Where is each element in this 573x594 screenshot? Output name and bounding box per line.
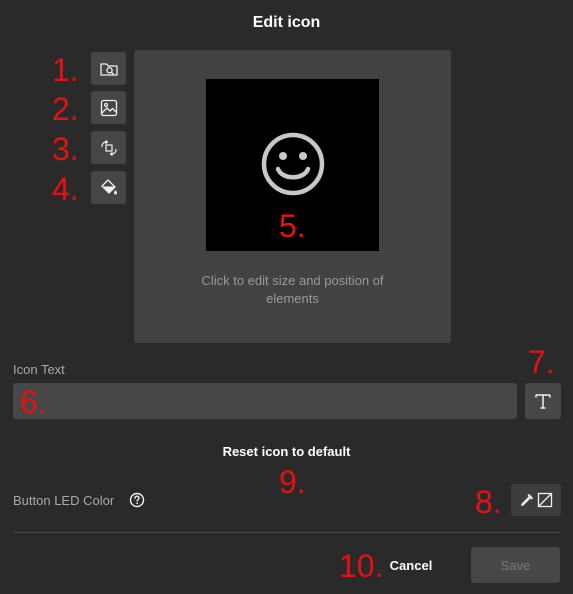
image-button[interactable] — [91, 91, 126, 124]
annotation-4: 4. — [52, 171, 79, 207]
annotation-2: 2. — [52, 91, 79, 127]
image-icon — [100, 99, 117, 116]
annotation-5: 5. — [279, 208, 306, 244]
annotation-6: 6. — [20, 384, 47, 420]
browse-icon-button[interactable] — [91, 52, 126, 85]
icon-preview-panel[interactable]: Click to edit size and position of eleme… — [134, 50, 451, 343]
swap-icon — [100, 139, 117, 156]
led-color-button[interactable] — [511, 484, 561, 516]
search-folder-icon — [99, 62, 118, 76]
no-color-swatch-icon — [537, 492, 553, 508]
annotation-10: 10. — [339, 548, 384, 584]
dialog-title: Edit icon — [252, 14, 321, 31]
smiley-face-icon — [261, 132, 325, 196]
divider — [13, 532, 561, 533]
text-format-button[interactable] — [525, 383, 561, 419]
annotation-7: 7. — [528, 344, 555, 380]
annotation-3: 3. — [52, 131, 79, 167]
led-color-label: Button LED Color — [13, 493, 115, 508]
preview-hint: Click to edit size and position of eleme… — [201, 273, 384, 306]
fill-color-button[interactable] — [91, 171, 126, 204]
annotation-9: 9. — [279, 464, 306, 500]
annotation-8: 8. — [475, 484, 502, 520]
reset-icon-button[interactable]: Reset icon to default — [0, 444, 573, 459]
paint-bucket-icon — [100, 178, 117, 194]
icon-text-input[interactable] — [13, 383, 517, 419]
save-button[interactable]: Save — [471, 547, 560, 583]
text-t-icon — [535, 394, 551, 409]
annotation-1: 1. — [52, 52, 79, 88]
eyedropper-icon — [520, 493, 533, 506]
swap-button[interactable] — [91, 131, 126, 164]
icon-text-label: Icon Text — [13, 362, 65, 377]
help-icon[interactable] — [129, 492, 145, 508]
cancel-button[interactable]: Cancel — [380, 550, 442, 580]
